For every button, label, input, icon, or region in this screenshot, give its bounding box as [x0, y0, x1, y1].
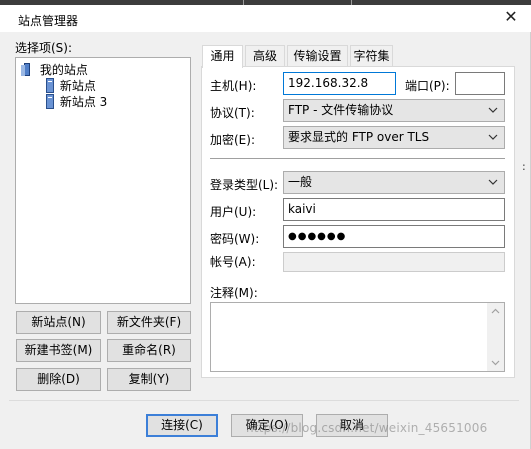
port-input[interactable] — [455, 72, 505, 95]
tab-general[interactable]: 通用 — [202, 45, 243, 68]
password-input[interactable]: ●●●●●● — [283, 225, 505, 248]
user-input[interactable]: kaivi — [283, 198, 505, 221]
footer-separator — [9, 400, 519, 401]
logon-type-value: 一般 — [288, 175, 313, 189]
tree-item-label: 新站点 — [59, 79, 96, 93]
background-text-fragment: : — [522, 160, 526, 173]
logon-type-select[interactable]: 一般 — [283, 171, 505, 194]
account-label: 帐号(A): — [210, 255, 256, 269]
account-input[interactable] — [283, 252, 505, 272]
comments-label: 注释(M): — [210, 286, 258, 300]
protocol-label: 协议(T): — [210, 106, 255, 120]
tree-root[interactable]: 我的站点 — [20, 61, 88, 78]
new-bookmark-button[interactable]: 新建书签(M) — [16, 339, 101, 362]
chevron-down-icon — [488, 179, 498, 185]
separator — [210, 158, 505, 159]
user-label: 用户(U): — [210, 205, 257, 219]
connect-button[interactable]: 连接(C) — [146, 414, 218, 437]
encryption-label: 加密(E): — [210, 133, 255, 147]
tree-item-site-3[interactable]: 新站点 3 — [44, 93, 107, 110]
scroll-up-icon — [491, 308, 500, 314]
select-entry-label: 选择项(S): — [15, 41, 73, 55]
host-value: 192.168.32.8 — [288, 76, 369, 90]
folder-icon — [21, 63, 30, 76]
tree-item-label: 新站点 3 — [59, 95, 108, 109]
host-input[interactable]: 192.168.32.8 — [283, 72, 396, 95]
protocol-value: FTP - 文件传输协议 — [288, 103, 394, 117]
rename-button[interactable]: 重命名(R) — [107, 339, 191, 362]
password-label: 密码(W): — [210, 232, 260, 246]
copy-button[interactable]: 复制(Y) — [107, 368, 191, 391]
scroll-down-icon — [491, 360, 500, 366]
watermark: https://blog.csdn.net/weixin_45651006 — [246, 421, 488, 435]
logon-type-label: 登录类型(L): — [210, 178, 279, 192]
chevron-down-icon — [488, 134, 498, 140]
host-label: 主机(H): — [210, 79, 257, 93]
server-icon — [46, 78, 54, 93]
tree-root-label: 我的站点 — [39, 63, 88, 77]
close-icon[interactable]: ✕ — [499, 6, 523, 28]
tree-item-site[interactable]: 新站点 — [44, 77, 96, 94]
tab-transfer-settings[interactable]: 传输设置 — [287, 45, 348, 67]
tab-charset[interactable]: 字符集 — [350, 45, 393, 67]
server-icon — [46, 94, 54, 109]
delete-button[interactable]: 删除(D) — [16, 368, 101, 391]
comments-scrollbar[interactable] — [487, 303, 504, 371]
protocol-select[interactable]: FTP - 文件传输协议 — [283, 99, 505, 122]
encryption-select[interactable]: 要求显式的 FTP over TLS — [283, 126, 505, 149]
site-tree[interactable]: 我的站点 新站点 新站点 3 — [15, 57, 191, 304]
tab-advanced[interactable]: 高级 — [245, 45, 285, 67]
new-site-button[interactable]: 新站点(N) — [16, 311, 101, 334]
port-label: 端口(P): — [405, 79, 450, 93]
new-folder-button[interactable]: 新文件夹(F) — [107, 311, 191, 334]
window-title: 站点管理器 — [18, 14, 79, 28]
encryption-value: 要求显式的 FTP over TLS — [288, 130, 430, 144]
title-bar — [0, 5, 531, 32]
comments-textarea[interactable] — [210, 302, 505, 372]
chevron-down-icon — [488, 107, 498, 113]
